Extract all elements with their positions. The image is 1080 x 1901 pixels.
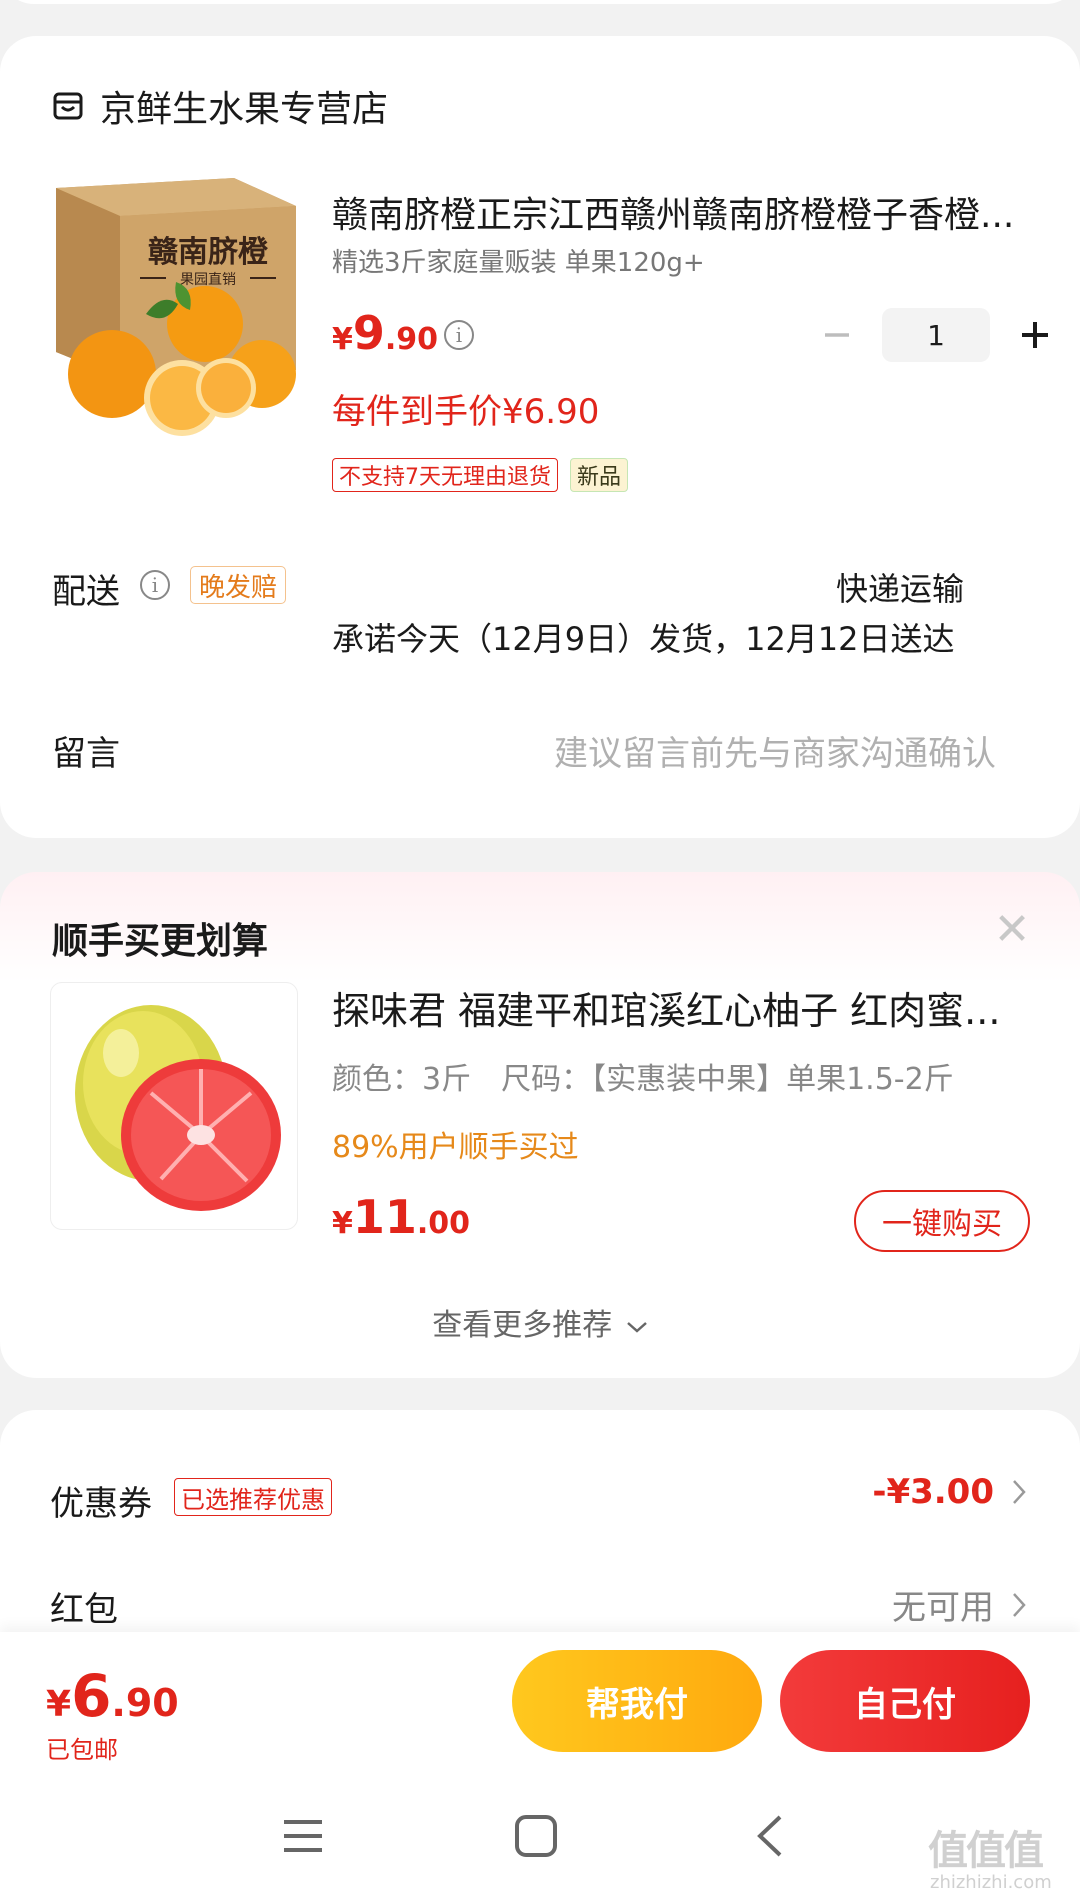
coupon-label: 优惠券 (50, 1484, 152, 1524)
deal-price: 每件到手价¥6.90 (332, 392, 600, 432)
delivery-label: 配送 (52, 572, 120, 612)
delivery-info-icon[interactable]: i (140, 570, 170, 600)
recommend-price: ¥11.00 (332, 1190, 470, 1244)
price-info-icon[interactable]: i (444, 320, 474, 350)
recommend-price-dec: .00 (416, 1206, 471, 1241)
redpacket-row-action[interactable]: 无可用 (892, 1580, 1026, 1629)
watermark-logo: 值值值 (928, 1828, 1044, 1874)
coupon-value: -¥3.00 (872, 1472, 994, 1512)
back-icon[interactable] (756, 1814, 784, 1858)
chevron-down-icon (626, 1321, 647, 1333)
total-price: ¥6.90 (46, 1662, 179, 1730)
delivery-method[interactable]: 快递运输 (836, 564, 964, 610)
recommend-item-spec: 颜色：3斤 尺码：【实惠装中果】单果1.5-2斤 (332, 1062, 954, 1097)
previous-card-edge (0, 0, 1080, 4)
discount-card: 优惠券 已选推荐优惠 -¥3.00 红包 无可用 (0, 1410, 1080, 1670)
pay-myself-button[interactable]: 自己付 (780, 1650, 1030, 1752)
close-icon[interactable]: ✕ (990, 908, 1034, 952)
box-sub-text: 果园直销 (180, 271, 236, 288)
decrease-button[interactable] (812, 310, 862, 360)
total-price-symbol: ¥ (46, 1684, 72, 1725)
quantity-stepper: 1 (812, 308, 1060, 362)
box-brand-text: 赣南脐橙 (148, 235, 269, 270)
price-symbol: ¥ (332, 322, 353, 357)
coupon-tag: 已选推荐优惠 (174, 1478, 332, 1516)
recommend-title: 顺手买更划算 (52, 921, 269, 962)
coupon-row-action[interactable]: -¥3.00 (872, 1472, 1026, 1512)
home-icon[interactable] (514, 1814, 558, 1858)
checkout-bar: ¥6.90 已包邮 帮我付 自己付 (0, 1632, 1080, 1772)
product-image[interactable]: 赣南脐橙 果园直销 (50, 164, 298, 490)
no-return-tag: 不支持7天无理由退货 (332, 458, 558, 492)
price-dec: .90 (384, 322, 439, 357)
message-label: 留言 (52, 734, 120, 774)
order-card: 京鲜生水果专营店 赣南脐橙 果园直销 赣南脐橙正宗江西赣州赣南脐橙橙子香橙...… (0, 36, 1080, 838)
shipping-note: 已包邮 (46, 1736, 118, 1764)
recommend-price-symbol: ¥ (332, 1206, 353, 1241)
quantity-input[interactable]: 1 (882, 308, 990, 362)
help-me-pay-button[interactable]: 帮我付 (512, 1650, 762, 1752)
redpacket-label: 红包 (50, 1590, 118, 1630)
recommend-price-int: 11 (352, 1190, 417, 1244)
chevron-right-icon (1013, 1480, 1026, 1504)
redpacket-value: 无可用 (892, 1588, 994, 1628)
price-int: 9 (352, 306, 385, 360)
recommend-item-name[interactable]: 探味君 福建平和琯溪红心柚子 红肉蜜... (332, 980, 1022, 1035)
store-icon (53, 92, 83, 120)
product-price: ¥9.90 (332, 306, 438, 360)
delivery-promise: 承诺今天（12月9日）发货，12月12日送达 (332, 620, 955, 658)
recommend-card: 顺手买更划算 ✕ 探味君 福建平和琯溪红心柚子 红肉蜜... 颜色：3斤 尺码：… (0, 872, 1080, 1378)
one-click-buy-button[interactable]: 一键购买 (854, 1190, 1030, 1252)
total-price-dec: .90 (111, 1681, 179, 1725)
more-recommend-label: 查看更多推荐 (432, 1308, 613, 1343)
store-name: 京鲜生水果专营店 (100, 89, 389, 130)
recommend-image[interactable] (50, 982, 298, 1230)
chevron-right-icon (1013, 1592, 1026, 1617)
new-tag: 新品 (570, 458, 629, 492)
watermark-url: zhizhizhi.com (930, 1872, 1052, 1893)
total-price-int: 6 (71, 1662, 112, 1730)
product-subtitle: 精选3斤家庭量贩装 单果120g+ (332, 248, 705, 278)
message-input[interactable]: 建议留言前先与商家沟通确认 (554, 726, 996, 775)
system-nav-bar: 值值值 zhizhizhi.com (0, 1772, 1080, 1901)
recent-apps-icon[interactable] (282, 1816, 324, 1856)
product-title[interactable]: 赣南脐橙正宗江西赣州赣南脐橙橙子香橙... (332, 186, 1022, 238)
store-row[interactable]: 京鲜生水果专营店 (52, 76, 388, 136)
increase-button[interactable] (1010, 310, 1060, 360)
more-recommend-link[interactable]: 查看更多推荐 (0, 1300, 1080, 1344)
recommend-social-proof: 89%用户顺手买过 (332, 1130, 579, 1165)
late-compensation-tag: 晚发赔 (190, 566, 287, 604)
product-tags: 不支持7天无理由退货 新品 (332, 458, 629, 492)
